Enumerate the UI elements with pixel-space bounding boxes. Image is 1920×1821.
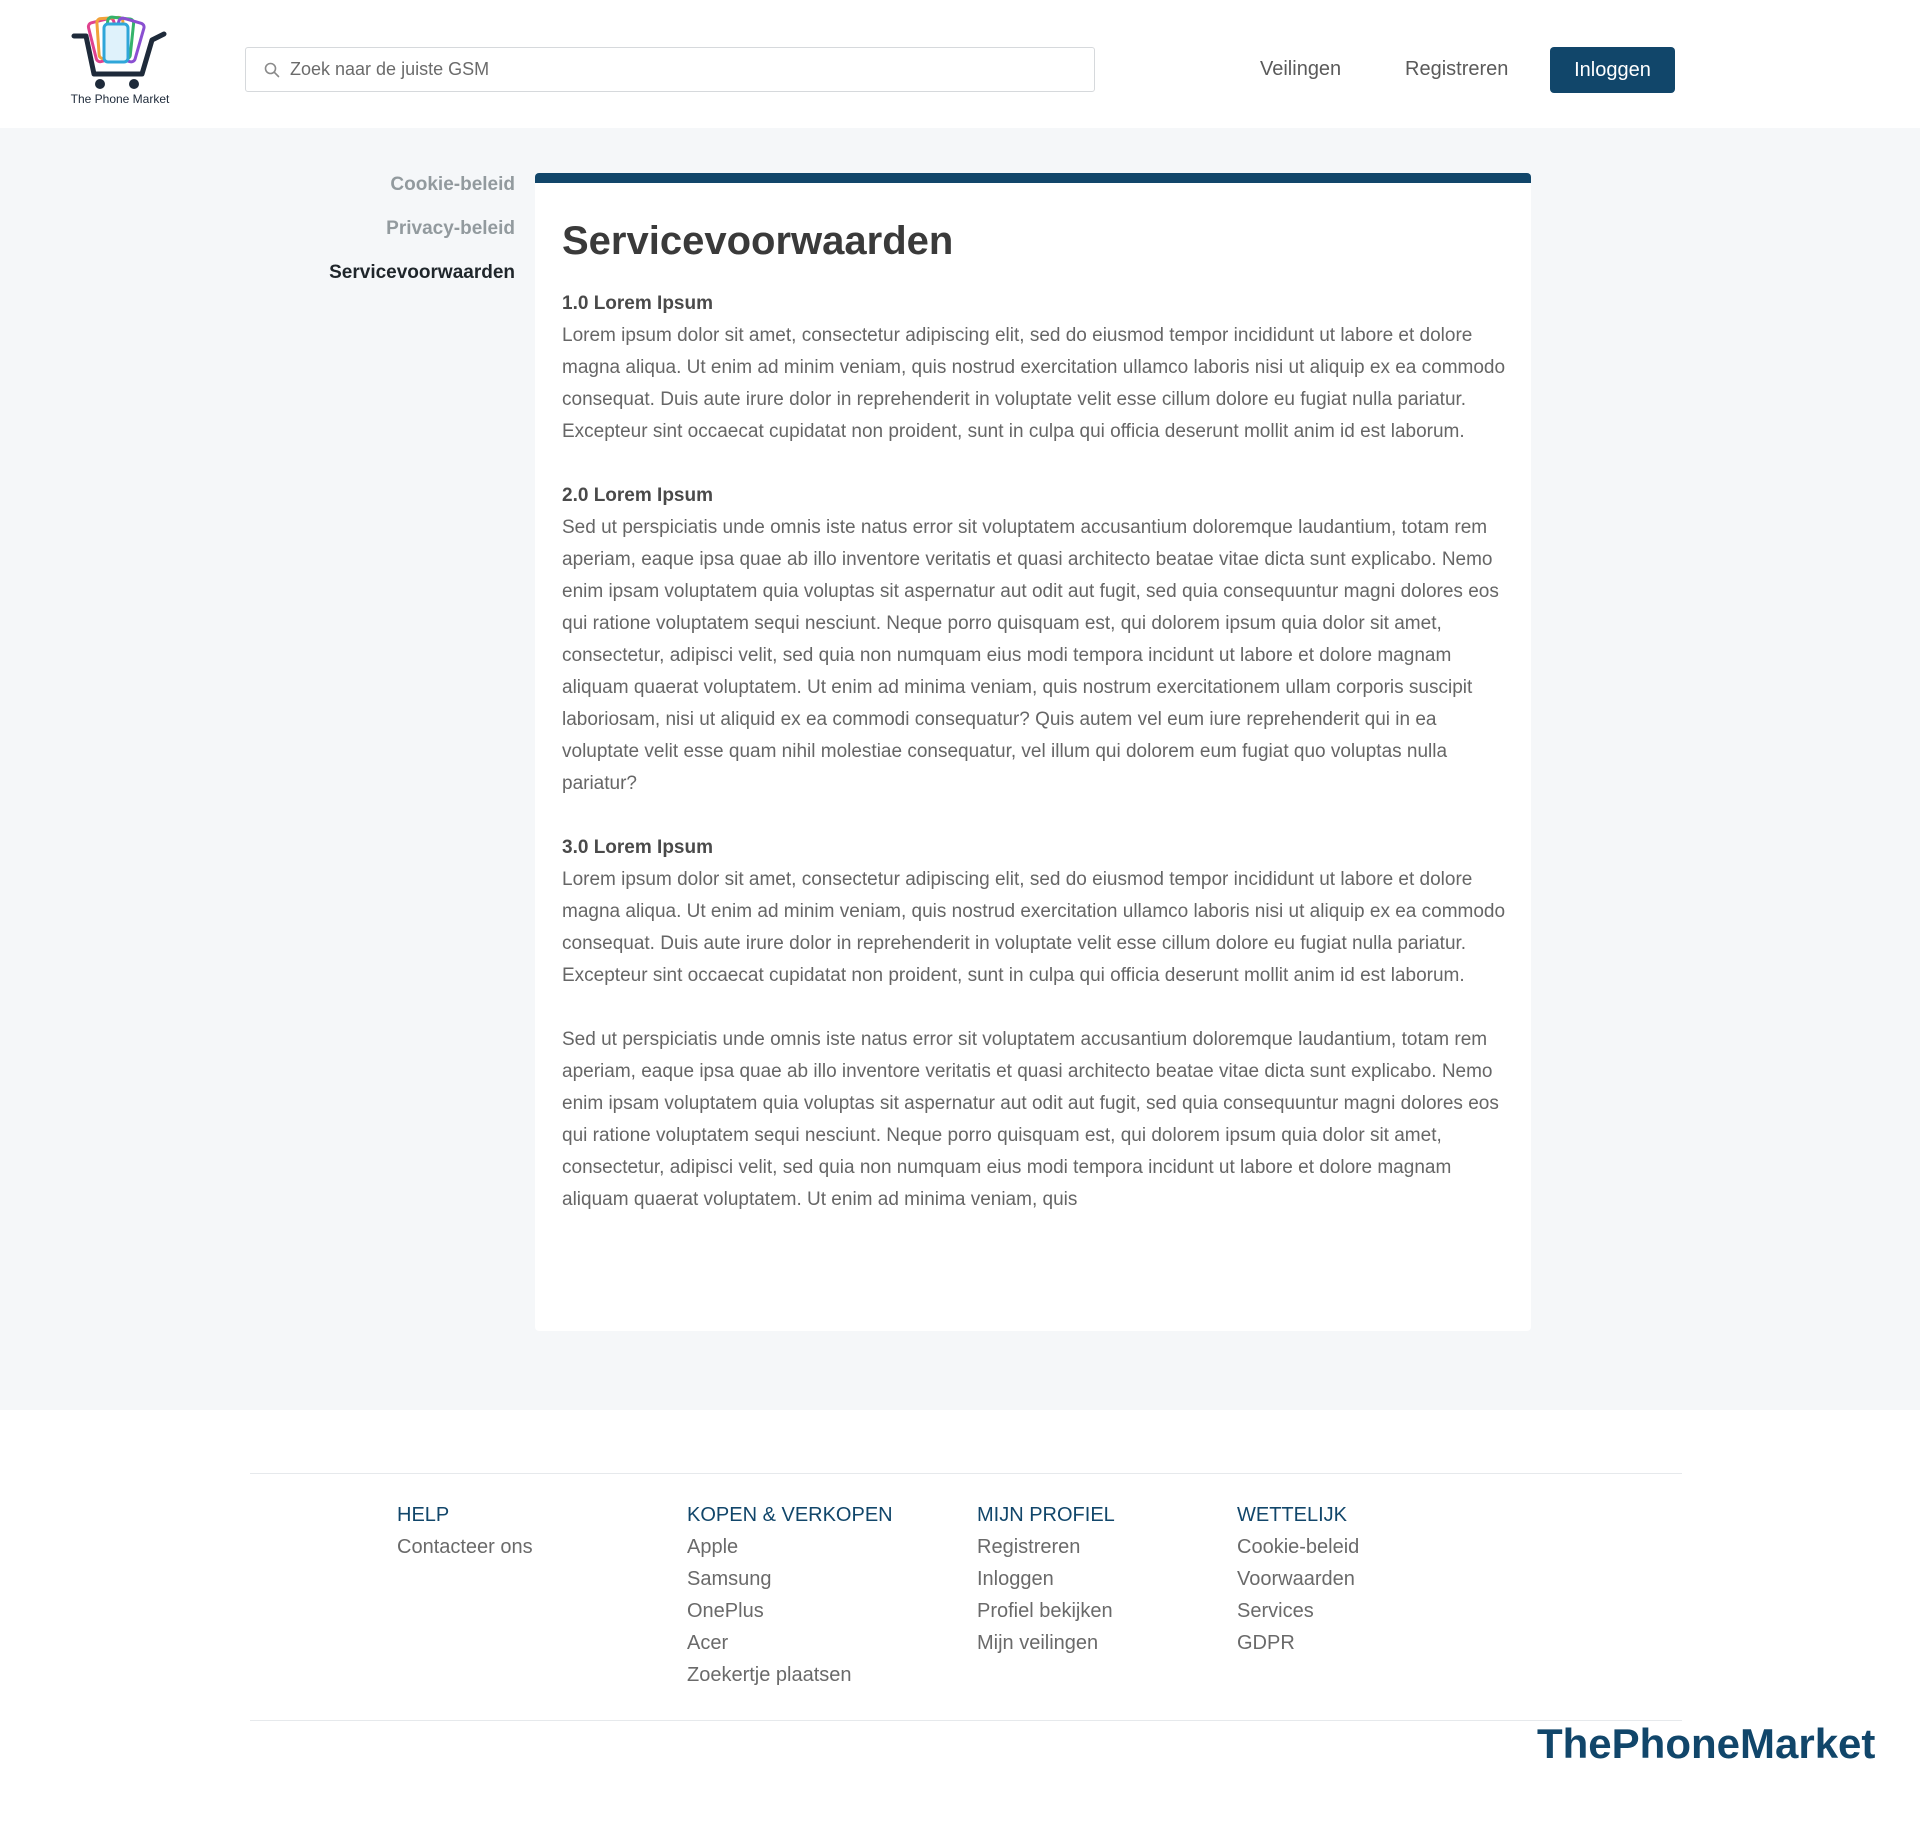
footer-link-mijn-veilingen[interactable]: Mijn veilingen (977, 1628, 1115, 1660)
footer-divider-top (250, 1473, 1682, 1474)
footer-divider-bottom (250, 1720, 1682, 1721)
page-title: Servicevoorwaarden (562, 219, 954, 263)
logo-text: The Phone Market (70, 92, 170, 106)
content-body: 1.0 Lorem Ipsum Lorem ipsum dolor sit am… (562, 288, 1507, 1248)
legal-sidebar: Cookie-beleid Privacy-beleid Servicevoor… (250, 172, 515, 304)
footer-column-kopen: KOPEN & VERKOPEN Apple Samsung OnePlus A… (687, 1500, 893, 1692)
footer-heading: KOPEN & VERKOPEN (687, 1504, 893, 1526)
section-text: Lorem ipsum dolor sit amet, consectetur … (562, 325, 1506, 442)
sidebar-item-privacy-beleid[interactable]: Privacy-beleid (250, 216, 515, 260)
footer-heading: MIJN PROFIEL (977, 1504, 1115, 1526)
search-icon (264, 62, 280, 78)
login-button[interactable]: Inloggen (1550, 47, 1675, 93)
section-3: 3.0 Lorem Ipsum Lorem ipsum dolor sit am… (562, 832, 1507, 992)
footer-column-wettelijk: WETTELIJK Cookie-beleid Voorwaarden Serv… (1237, 1500, 1359, 1660)
sidebar-item-servicevoorwaarden[interactable]: Servicevoorwaarden (250, 260, 515, 304)
section-2: 2.0 Lorem Ipsum Sed ut perspiciatis unde… (562, 480, 1507, 800)
footer-link-samsung[interactable]: Samsung (687, 1564, 893, 1596)
header: The Phone Market Veilingen Registreren I… (0, 0, 1920, 128)
footer-brand: ThePhoneMarket (1537, 1720, 1876, 1767)
footer-column-help: HELP Contacteer ons (397, 1500, 533, 1564)
footer-link-oneplus[interactable]: OnePlus (687, 1596, 893, 1628)
section-text: Sed ut perspiciatis unde omnis iste natu… (562, 517, 1499, 794)
footer-heading: WETTELIJK (1237, 1504, 1348, 1526)
content-card: Servicevoorwaarden 1.0 Lorem Ipsum Lorem… (535, 173, 1531, 1331)
section-heading: 3.0 Lorem Ipsum (562, 837, 713, 858)
footer-link-acer[interactable]: Acer (687, 1628, 893, 1660)
footer-link-zoekertje[interactable]: Zoekertje plaatsen (687, 1660, 893, 1692)
footer-link-profiel-bekijken[interactable]: Profiel bekijken (977, 1596, 1115, 1628)
footer-link-contact[interactable]: Contacteer ons (397, 1532, 533, 1564)
section-1: 1.0 Lorem Ipsum Lorem ipsum dolor sit am… (562, 288, 1507, 448)
phone-cart-logo-icon (71, 15, 167, 89)
footer-link-registreren[interactable]: Registreren (977, 1532, 1115, 1564)
footer-link-voorwaarden[interactable]: Voorwaarden (1237, 1564, 1359, 1596)
search-input[interactable] (290, 48, 1080, 91)
nav-registreren[interactable]: Registreren (1405, 58, 1508, 81)
sidebar-item-cookie-beleid[interactable]: Cookie-beleid (250, 172, 515, 216)
logo[interactable]: The Phone Market (68, 14, 172, 110)
footer-heading: HELP (397, 1504, 450, 1526)
footer-link-cookie-beleid[interactable]: Cookie-beleid (1237, 1532, 1359, 1564)
footer-column-profiel: MIJN PROFIEL Registreren Inloggen Profie… (977, 1500, 1115, 1660)
footer-link-inloggen[interactable]: Inloggen (977, 1564, 1115, 1596)
footer-link-gdpr[interactable]: GDPR (1237, 1628, 1359, 1660)
search-bar[interactable] (245, 47, 1095, 92)
footer-link-services[interactable]: Services (1237, 1596, 1359, 1628)
section-heading: 2.0 Lorem Ipsum (562, 485, 713, 506)
section-heading: 1.0 Lorem Ipsum (562, 293, 713, 314)
footer-link-apple[interactable]: Apple (687, 1532, 893, 1564)
section-text: Lorem ipsum dolor sit amet, consectetur … (562, 869, 1506, 986)
extra-paragraph: Sed ut perspiciatis unde omnis iste natu… (562, 1029, 1499, 1210)
nav-veilingen[interactable]: Veilingen (1260, 58, 1341, 81)
